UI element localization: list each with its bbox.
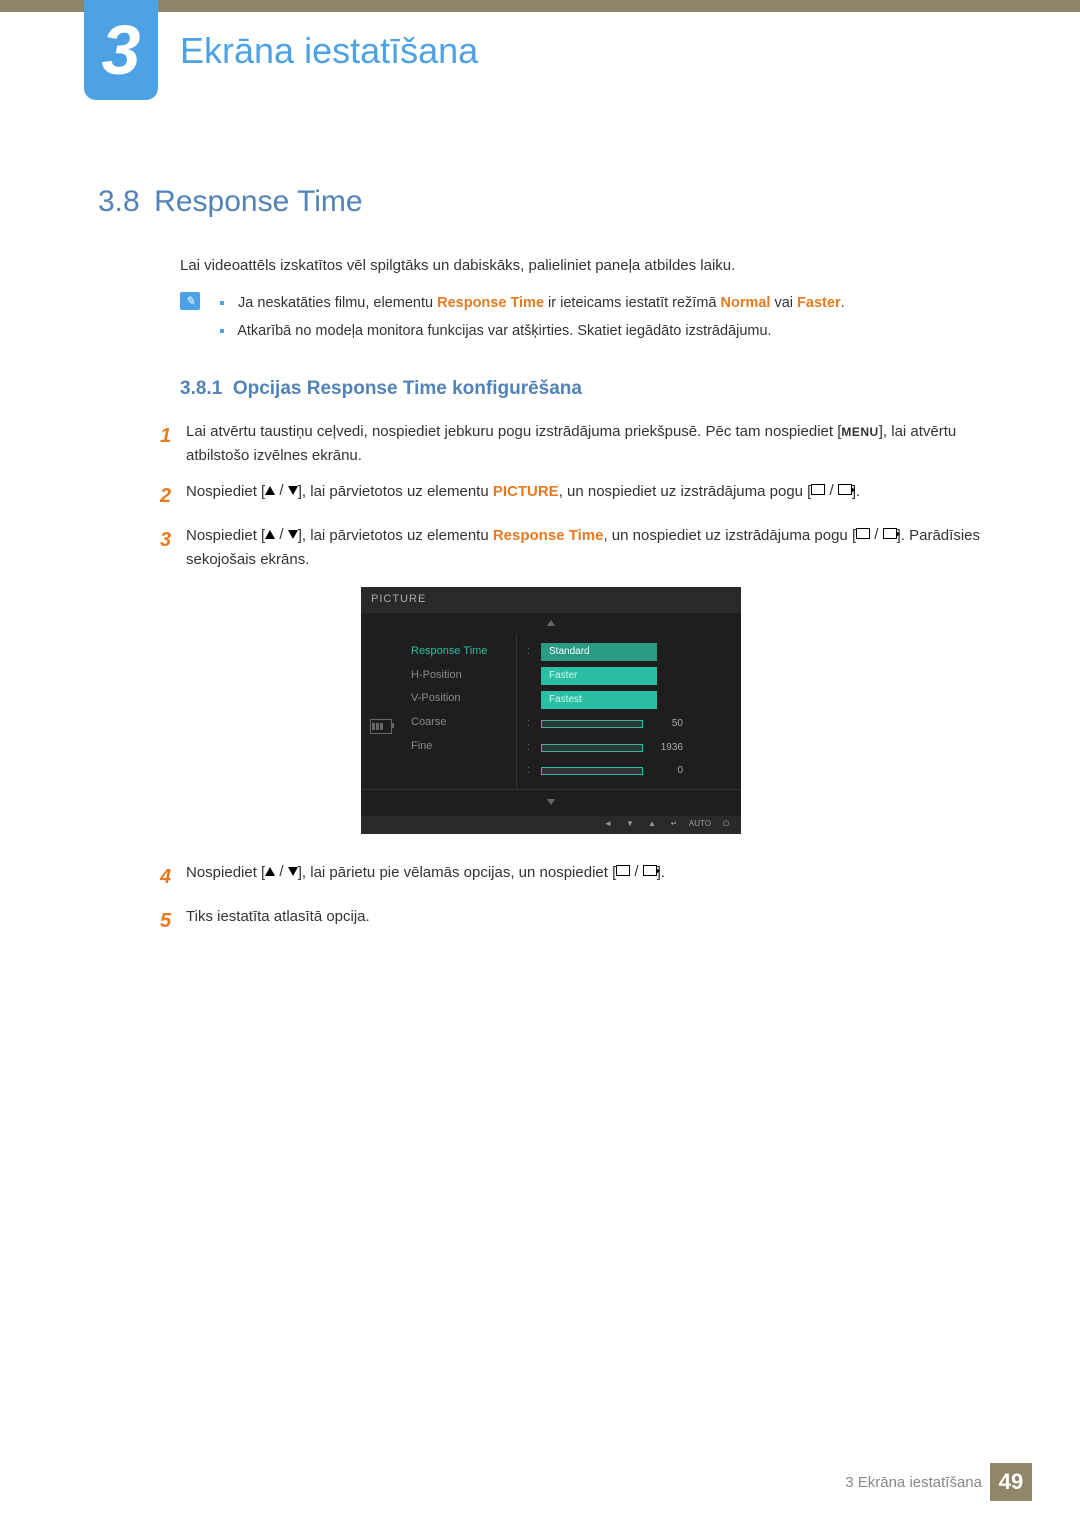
- osd-auto-label: AUTO: [689, 819, 711, 831]
- osd-menu-h-position: H-Position: [401, 664, 516, 688]
- osd-menu-coarse: Coarse: [401, 711, 516, 735]
- osd-menu-fine: Fine: [401, 735, 516, 759]
- osd-menu-v-position: V-Position: [401, 687, 516, 711]
- osd-option-faster: Faster: [541, 667, 657, 685]
- subsection-number: 3.8.1: [180, 378, 222, 399]
- top-bar: [0, 0, 1080, 12]
- note-block: ✎ Ja neskatāties filmu, elementu Respons…: [180, 290, 990, 345]
- up-down-icon: /: [265, 479, 298, 503]
- note-item-2: Atkarībā no modeļa monitora funkcijas va…: [220, 318, 990, 346]
- osd-nav-down-icon: ▼: [623, 819, 637, 831]
- osd-option-standard: Standard: [541, 643, 657, 661]
- menu-label: MENU: [841, 425, 878, 439]
- page-footer: 3 Ekrāna iestatīšana 49: [845, 1463, 1032, 1501]
- osd-menu-response-time: Response Time: [401, 640, 516, 664]
- osd-power-icon: ⏻: [719, 819, 733, 831]
- osd-left-icon: [361, 634, 401, 789]
- enter-icon: /: [811, 479, 852, 503]
- osd-title: PICTURE: [361, 587, 741, 613]
- subsection-title: Opcijas Response Time konfigurēšana: [233, 378, 582, 399]
- enter-icon: /: [856, 523, 897, 547]
- steps-list: 1 Lai atvērtu taustiņu ceļvedi, nospiedi…: [160, 420, 990, 949]
- section-number: 3.8: [98, 185, 140, 219]
- subsection-heading: 3.8.1 Opcijas Response Time konfigurēšan…: [180, 378, 582, 400]
- osd-nav-enter-icon: ↵: [667, 819, 681, 831]
- step-4: 4 Nospiediet [ / ], lai pārietu pie vēla…: [160, 861, 990, 893]
- osd-footer: ◄ ▼ ▲ ↵ AUTO ⏻: [361, 816, 741, 834]
- chapter-title: Ekrāna iestatīšana: [180, 30, 478, 72]
- enter-icon: /: [616, 860, 657, 884]
- osd-fine-bar: [541, 767, 643, 775]
- step-2: 2 Nospiediet [ / ], lai pārvietotos uz e…: [160, 480, 990, 512]
- picture-icon: [370, 719, 392, 734]
- osd-menu: Response Time H-Position V-Position Coar…: [401, 634, 517, 789]
- page-number: 49: [990, 1463, 1032, 1501]
- osd-option-fastest: Fastest: [541, 691, 657, 709]
- osd-scroll-down: [361, 789, 741, 816]
- footer-text: 3 Ekrāna iestatīšana: [845, 1474, 982, 1491]
- bullet-icon: [220, 329, 224, 333]
- section-heading: 3.8 Response Time: [98, 185, 363, 219]
- up-down-icon: /: [265, 523, 298, 547]
- step-1: 1 Lai atvērtu taustiņu ceļvedi, nospiedi…: [160, 420, 990, 468]
- osd-scroll-up: [361, 613, 741, 635]
- note-icon: ✎: [180, 292, 200, 310]
- section-title: Response Time: [154, 185, 362, 219]
- osd-values: :Standard Faster Fastest :50 :1936 :0: [517, 634, 741, 789]
- osd-coarse-bar: [541, 744, 643, 752]
- osd-hpos-bar: [541, 720, 643, 728]
- osd-nav-up-icon: ▲: [645, 819, 659, 831]
- chapter-badge: 3: [84, 0, 158, 100]
- up-down-icon: /: [265, 860, 298, 884]
- step-3: 3 Nospiediet [ / ], lai pārvietotos uz e…: [160, 524, 990, 849]
- intro-text: Lai videoattēls izskatītos vēl spilgtāks…: [180, 257, 990, 274]
- osd-nav-left-icon: ◄: [601, 819, 615, 831]
- bullet-icon: [220, 301, 224, 305]
- step-5: 5 Tiks iestatīta atlasītā opcija.: [160, 905, 990, 937]
- chapter-number: 3: [102, 15, 141, 85]
- note-item-1: Ja neskatāties filmu, elementu Response …: [220, 290, 990, 318]
- osd-screenshot: PICTURE Response Time H-Position V-Posit…: [361, 587, 741, 834]
